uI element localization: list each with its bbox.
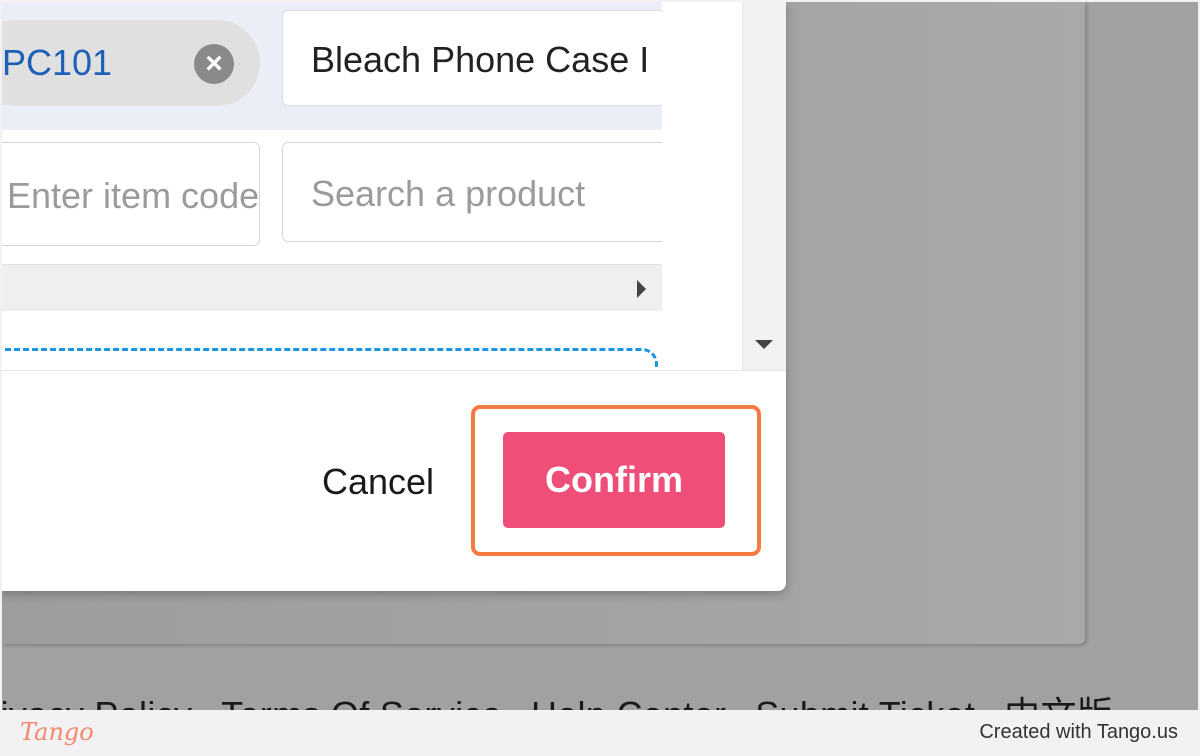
tango-watermark-bar: Tango Created with Tango.us bbox=[0, 710, 1200, 756]
footer-separator: • bbox=[200, 694, 213, 710]
tango-logo: Tango bbox=[20, 718, 94, 746]
product-search-input[interactable]: Search a product bbox=[282, 142, 662, 242]
created-with-text: Created with Tango.us bbox=[979, 721, 1178, 743]
close-circle-icon[interactable]: × bbox=[194, 44, 234, 84]
table-row: Enter item code Search a product bbox=[2, 130, 662, 264]
product-name-value: Bleach Phone Case I bbox=[311, 39, 650, 80]
footer-separator: • bbox=[983, 694, 996, 710]
cancel-button[interactable]: Cancel bbox=[298, 450, 458, 514]
product-name-field[interactable]: Bleach Phone Case I bbox=[282, 10, 662, 106]
item-code-chip: PC101 × bbox=[2, 20, 260, 106]
footer-separator: • bbox=[510, 694, 523, 710]
horizontal-scrollbar[interactable] bbox=[2, 264, 662, 311]
triangle-right-icon[interactable] bbox=[637, 280, 646, 298]
footer-link-terms[interactable]: Terms Of Service bbox=[221, 694, 502, 710]
item-code-placeholder: Enter item code bbox=[7, 175, 260, 216]
footer-link-submit-ticket[interactable]: Submit Ticket bbox=[755, 694, 975, 710]
footer-link-chinese[interactable]: 中文版 bbox=[1004, 694, 1113, 710]
footer-link-help[interactable]: Help Center bbox=[531, 694, 726, 710]
vertical-scrollbar[interactable] bbox=[742, 2, 786, 370]
product-search-placeholder: Search a product bbox=[311, 173, 586, 214]
confirm-button[interactable]: Confirm bbox=[503, 432, 725, 528]
item-code-input[interactable]: Enter item code bbox=[2, 142, 260, 246]
footer-separator: • bbox=[1121, 694, 1134, 710]
dialog-divider bbox=[2, 370, 786, 371]
footer-links: Privacy Policy • Terms Of Service • Help Cen… bbox=[2, 686, 1142, 710]
chip-label: PC101 bbox=[2, 42, 113, 83]
background-overlay: Privacy Policy • Terms Of Service • Help Cen… bbox=[2, 2, 1198, 710]
dashed-dropzone[interactable] bbox=[2, 348, 658, 370]
footer-separator: • bbox=[734, 694, 747, 710]
modal-dialog: PC101 × Bleach Phone Case I Enter item c… bbox=[2, 2, 786, 591]
footer-link-privacy[interactable]: Privacy Policy bbox=[2, 694, 192, 710]
items-table: PC101 × Bleach Phone Case I Enter item c… bbox=[2, 2, 662, 370]
table-row: PC101 × Bleach Phone Case I bbox=[2, 2, 662, 130]
triangle-down-icon[interactable] bbox=[755, 340, 773, 349]
